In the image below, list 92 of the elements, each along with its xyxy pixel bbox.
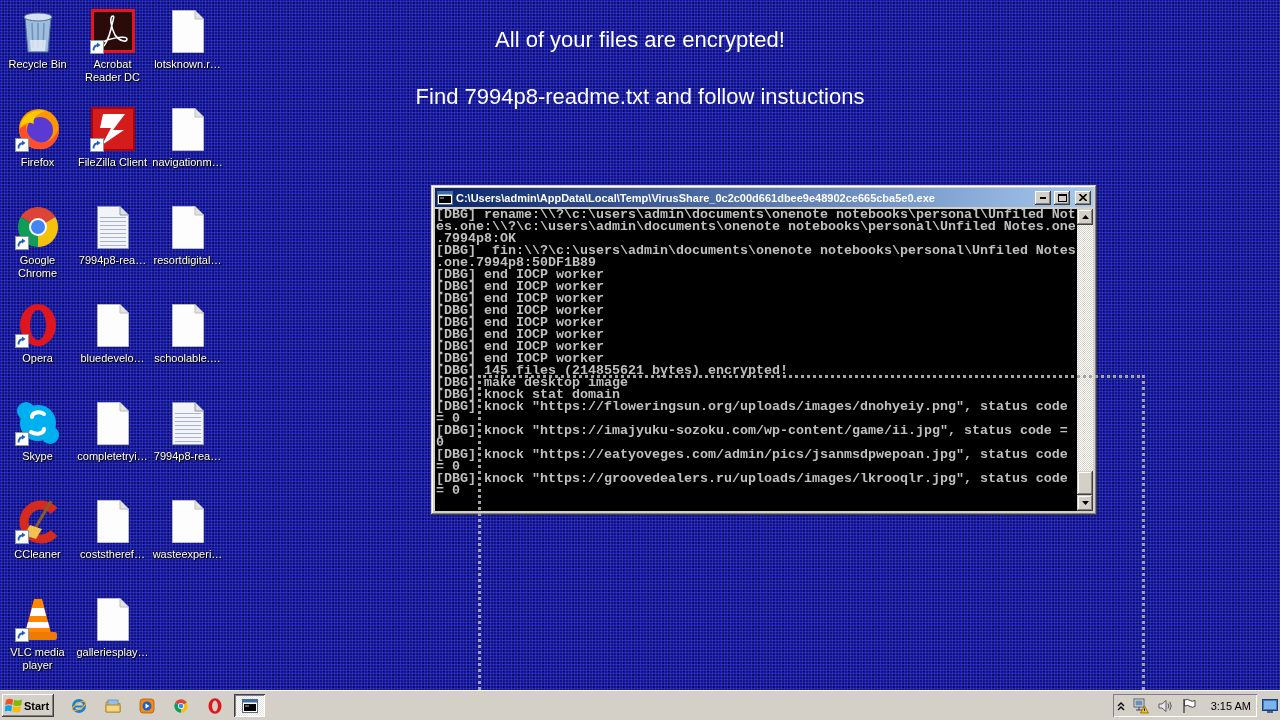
desktop-item[interactable]: Recycle Bin (0, 6, 75, 72)
log-level-tag: [DBG] (436, 473, 476, 485)
desktop-item[interactable]: Opera (0, 300, 75, 366)
close-button[interactable] (1075, 190, 1091, 205)
scroll-down-button[interactable] (1077, 495, 1093, 511)
log-level-tag: [DBG] (436, 341, 476, 353)
speaker-icon[interactable] (1156, 697, 1173, 714)
log-level-tag: [DBG] (436, 209, 476, 221)
desktop-item[interactable]: lotsknown.r… (150, 6, 225, 72)
log-text: make desktop image (484, 377, 628, 389)
minimize-icon (1040, 196, 1046, 199)
desktop-item[interactable]: Skype (0, 398, 75, 464)
bolt-tile-icon (88, 105, 137, 153)
maximize-icon (1057, 193, 1067, 202)
desktop-item[interactable]: galleriesplay… (75, 594, 150, 660)
console-window-icon (437, 190, 453, 205)
log-text: end IOCP worker (484, 305, 604, 317)
double-chevron-icon[interactable] (1116, 700, 1125, 711)
log-text: fin:\\?\c:\users\admin\documents\onenote notebooks\personal\Unfiled Notes (492, 245, 1076, 257)
log-text: knock "https://eatyoveges.com/admin/pics/jsanmsdpwepoan.jpg", status code (484, 449, 1068, 461)
start-button[interactable]: Start (2, 694, 54, 717)
desktop-item[interactable]: bluedevelo… (75, 300, 150, 366)
log-text: knock "https://groovedealers.ru/uploads/images/lkrooqlr.jpg", status code (484, 473, 1068, 485)
log-level-tag: [DBG] (436, 329, 476, 341)
close-icon (1079, 194, 1087, 201)
flag-logo-icon (5, 698, 22, 713)
desktop-item[interactable]: 7994p8-rea… (150, 398, 225, 464)
log-level-tag: [DBG] (436, 449, 476, 461)
desktop-item[interactable]: VLC media player (0, 594, 75, 673)
log-level-tag: [DBG] (436, 377, 476, 389)
globe-orbit-icon[interactable] (71, 697, 87, 714)
log-level-tag: [DBG] (436, 281, 476, 293)
desktop-item[interactable]: resortdigital… (150, 202, 225, 268)
log-text: knock "https://floweringsun.org/uploads/images/dnohyeiy.png", status code (484, 401, 1068, 413)
desktop-item[interactable]: navigationm… (150, 104, 225, 170)
maximize-button[interactable] (1054, 190, 1070, 205)
monitor-icon[interactable] (1262, 698, 1278, 713)
log-text: end IOCP worker (484, 281, 604, 293)
log-text: = 0 (436, 461, 460, 473)
flag-icon[interactable] (1180, 697, 1197, 714)
log-level-tag: [DBG] (436, 317, 476, 329)
desktop-item[interactable]: schoolable.… (150, 300, 225, 366)
desktop-item[interactable]: coststheref… (75, 496, 150, 562)
desktop-item[interactable]: wasteexperi… (150, 496, 225, 562)
desktop-item[interactable]: 7994p8-rea… (75, 202, 150, 268)
ribbon-logo-icon (88, 7, 137, 55)
log-text: end IOCP worker (484, 293, 604, 305)
log-text: end IOCP worker (484, 341, 604, 353)
scrollbar-thumb[interactable] (1077, 471, 1093, 495)
down-arrow-icon (1081, 501, 1089, 505)
log-level-tag: [DBG] (436, 353, 476, 365)
minimize-button[interactable] (1035, 190, 1051, 205)
wallpaper-instruction: Find 7994p8-readme.txt and follow instuctions (415, 84, 865, 110)
log-text: knock stat domain (484, 389, 620, 401)
log-level-tag: [DBG] (436, 269, 476, 281)
window-title: C:\Users\admin\AppData\Local\Temp\VirusShare_0c2c00d661dbee9e48902ce665cba5e0.exe (456, 191, 936, 204)
desktop-item[interactable]: Acrobat Reader DC (75, 6, 150, 85)
network-warning-icon[interactable] (1132, 697, 1149, 714)
log-level-tag: [DBG] (436, 401, 476, 413)
log-level-tag: [DBG] (436, 389, 476, 401)
clock-time[interactable]: 3:15 AM (1210, 699, 1251, 712)
log-text: end IOCP worker (484, 329, 604, 341)
cloud-logo-icon (13, 399, 62, 447)
scroll-up-button[interactable] (1077, 209, 1093, 225)
log-text: end IOCP worker (484, 353, 604, 365)
log-text: es.one:\\?\c:\users\admin\documents\onenote notebooks\personal\Unfiled Notes.one (436, 221, 1076, 233)
media-play-icon[interactable] (139, 697, 155, 714)
log-text: knock "https://imajyuku-sozoku.com/wp-content/game/ii.jpg", status code = (484, 425, 1068, 437)
log-level-tag: [DBG] (436, 365, 476, 377)
wallpaper-heading: All of your files are encrypted! (495, 27, 785, 53)
log-text: 145 files (214855621 bytes) encrypted! (484, 365, 788, 377)
log-level-tag: [DBG] (436, 425, 476, 437)
taskbar-window-button[interactable] (234, 694, 265, 717)
log-text: = 0 (436, 413, 460, 425)
ring-logo-icon[interactable] (207, 697, 223, 714)
console-window-icon (241, 698, 258, 713)
log-text: end IOCP worker (484, 269, 604, 281)
log-text: 0 (436, 437, 444, 449)
log-level-tag: [DBG] (436, 293, 476, 305)
log-text: end IOCP worker (484, 317, 604, 329)
desktop-item[interactable]: completetryi… (75, 398, 150, 464)
log-level-tag: [DBG] (436, 245, 476, 257)
circle-logo-icon[interactable] (173, 697, 189, 714)
log-level-tag: [DBG] (436, 305, 476, 317)
desktop-item[interactable]: CCleaner (0, 496, 75, 562)
log-text: .one.7994p8:50DF1B89 (436, 257, 596, 269)
desktop-item[interactable]: Firefox (0, 104, 75, 170)
log-text: = 0 (436, 485, 460, 497)
log-text: .7994p8:OK (436, 233, 516, 245)
desktop-item[interactable]: FileZilla Client (75, 104, 150, 170)
desktop-item[interactable]: Google Chrome (0, 202, 75, 281)
up-arrow-icon (1081, 215, 1089, 219)
